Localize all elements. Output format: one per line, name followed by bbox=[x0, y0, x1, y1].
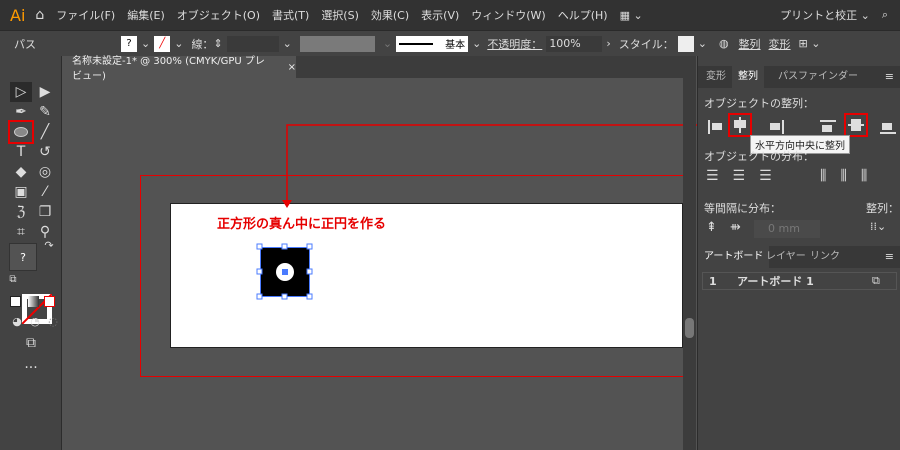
tab-pathfinder[interactable]: パスファインダー bbox=[772, 66, 864, 88]
align-to-label: 整列： bbox=[866, 202, 899, 215]
artboard-index: 1 bbox=[709, 274, 717, 288]
align-vertical-center-button[interactable] bbox=[844, 113, 868, 137]
panel-menu-icon[interactable]: ≡ bbox=[885, 70, 894, 83]
align-objects-label: オブジェクトの整列： bbox=[704, 97, 814, 110]
align-left-icon[interactable] bbox=[708, 120, 724, 134]
tab-links[interactable]: リンク bbox=[804, 246, 846, 268]
horizontal-spacing-icon[interactable]: ⇻ bbox=[730, 220, 741, 235]
panel-menu-icon[interactable]: ≡ bbox=[885, 250, 894, 263]
distribute-spacing-label: 等間隔に分布： bbox=[704, 202, 781, 215]
vertical-spacing-icon[interactable]: ⇞ bbox=[706, 220, 717, 235]
distribute-vertical-icons[interactable]: ☰☰☰ bbox=[706, 168, 786, 184]
vertical-scrollbar[interactable] bbox=[683, 78, 696, 450]
align-top-icon[interactable] bbox=[820, 120, 836, 134]
distribute-horizontal-icons[interactable]: ⫼⫼⫼ bbox=[820, 168, 881, 184]
align-right-icon[interactable] bbox=[768, 120, 784, 134]
tab-transform[interactable]: 変形 bbox=[700, 66, 732, 88]
artboard-name: アートボード 1 bbox=[737, 275, 814, 288]
artboard-row[interactable]: 1 アートボード 1 ⧉ bbox=[702, 272, 897, 290]
tab-artboards[interactable]: アートボード bbox=[698, 246, 770, 268]
tab-align[interactable]: 整列 bbox=[732, 66, 764, 88]
distribute-objects-label: オブジェクトの分布： bbox=[704, 150, 814, 163]
align-bottom-icon[interactable] bbox=[880, 120, 896, 134]
spacing-input[interactable]: 0 mm bbox=[754, 220, 820, 238]
artboard-options-icon[interactable]: ⧉ bbox=[872, 274, 896, 288]
align-to-dropdown[interactable]: ⁞⁞⌄ bbox=[870, 220, 886, 233]
align-horizontal-center-button[interactable] bbox=[728, 113, 752, 137]
scrollbar-thumb[interactable] bbox=[685, 318, 694, 338]
properties-panel: 変形 整列 パスファインダー ≡ オブジェクトの整列： 水平方向中央に整列 オブ… bbox=[697, 56, 900, 450]
